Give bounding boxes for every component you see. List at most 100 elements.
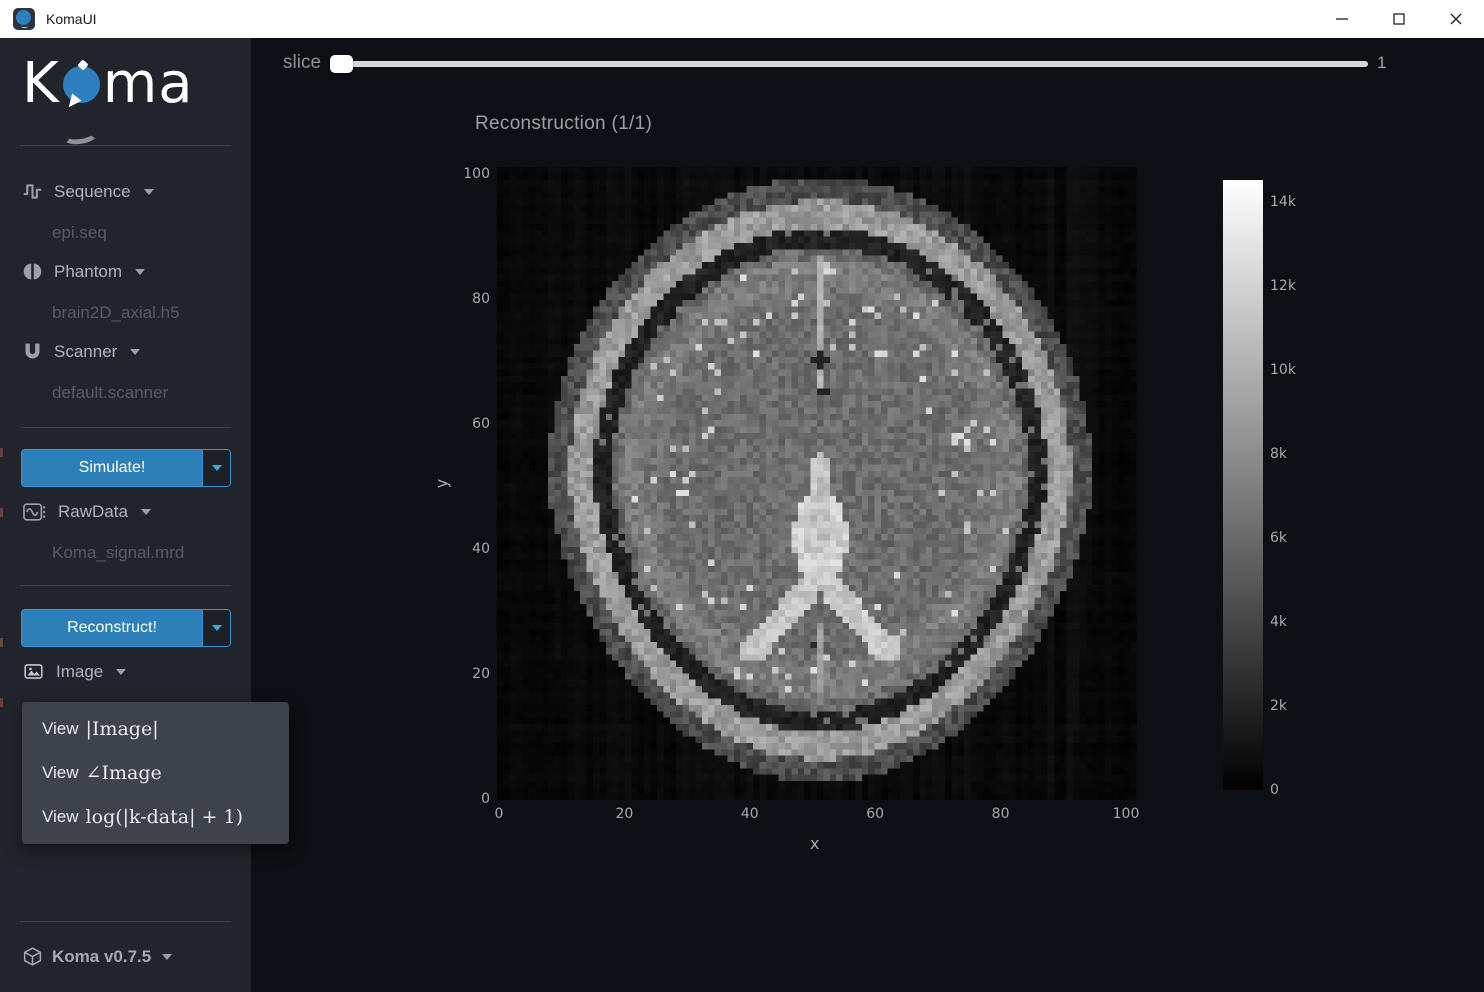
slice-slider-thumb[interactable] xyxy=(330,55,353,73)
sequence-file: epi.seq xyxy=(52,223,107,243)
scanner-dropdown[interactable]: Scanner xyxy=(22,341,140,362)
logo-text-ma: ma xyxy=(103,51,194,116)
phantom-brain-icon xyxy=(22,261,43,282)
y-tick-label: 60 xyxy=(440,415,490,433)
menu-item-math: log(|k-data| + 1) xyxy=(86,806,243,828)
chevron-down-icon xyxy=(144,189,154,195)
x-axis-label: x xyxy=(810,834,819,853)
scanner-magnet-icon xyxy=(22,341,43,362)
colorbar-tick-label: 8k xyxy=(1270,445,1287,463)
minimize-icon xyxy=(1336,13,1348,25)
colorbar-tick-label: 10k xyxy=(1270,361,1296,379)
maximize-button[interactable] xyxy=(1370,0,1427,38)
x-tick-label: 80 xyxy=(981,805,1021,823)
sequence-label: Sequence xyxy=(54,182,131,202)
app-icon-stand xyxy=(21,25,28,28)
menu-item-view-angle-image[interactable]: View ∠Image xyxy=(22,751,289,795)
koma-logo: Kma xyxy=(22,56,194,112)
reconstruction-image[interactable] xyxy=(497,167,1137,800)
slice-slider-value: 1 xyxy=(1377,53,1386,73)
reconstruct-button[interactable]: Reconstruct! xyxy=(22,610,202,646)
simulate-options-button[interactable] xyxy=(202,450,230,486)
chevron-down-icon xyxy=(212,465,222,471)
colorbar-tick-label: 4k xyxy=(1270,613,1287,631)
package-icon xyxy=(22,946,43,967)
sequence-dropdown[interactable]: Sequence xyxy=(22,181,154,202)
plot-title: Reconstruction (1/1) xyxy=(475,113,652,135)
logo-text-k: K xyxy=(22,51,60,116)
app-icon xyxy=(13,8,35,30)
colorbar-tick-label: 6k xyxy=(1270,529,1287,547)
y-tick-label: 20 xyxy=(440,665,490,683)
y-tick-label: 100 xyxy=(440,165,490,183)
divider xyxy=(20,921,231,922)
sequence-icon xyxy=(22,181,43,202)
menu-item-view-log-kdata[interactable]: View log(|k-data| + 1) xyxy=(22,795,289,839)
x-tick-label: 100 xyxy=(1106,805,1146,823)
colorbar-tick-label: 12k xyxy=(1270,277,1296,295)
menu-item-math: ∠Image xyxy=(86,762,162,784)
simulate-button[interactable]: Simulate! xyxy=(22,450,202,486)
reconstruct-options-button[interactable] xyxy=(202,610,230,646)
image-label: Image xyxy=(56,662,103,682)
scanner-file: default.scanner xyxy=(52,383,168,403)
menu-item-prefix: View xyxy=(42,807,79,827)
rawdata-dropdown[interactable]: RawData xyxy=(22,501,151,523)
scanner-label: Scanner xyxy=(54,342,117,362)
maximize-icon xyxy=(1393,13,1405,25)
overview-ruler-mark xyxy=(0,508,3,517)
phantom-dropdown[interactable]: Phantom xyxy=(22,261,145,282)
chevron-down-icon xyxy=(130,349,140,355)
logo-globe-stand xyxy=(61,124,99,147)
version-label: Koma v0.7.5 xyxy=(52,947,151,967)
y-tick-label: 0 xyxy=(440,790,490,808)
reconstruct-split-button: Reconstruct! xyxy=(21,609,231,647)
divider xyxy=(20,585,231,586)
window-title: KomaUI xyxy=(46,11,97,27)
colorbar-tick-label: 0 xyxy=(1270,781,1279,799)
overview-ruler-mark xyxy=(0,698,3,707)
colorbar xyxy=(1223,180,1263,790)
chevron-down-icon xyxy=(135,269,145,275)
image-menu: View |Image| View ∠Image View log(|k-dat… xyxy=(22,702,289,844)
close-icon xyxy=(1450,13,1462,25)
colorbar-tick-label: 14k xyxy=(1270,193,1296,211)
x-tick-label: 40 xyxy=(730,805,770,823)
colorbar-tick-label: 2k xyxy=(1270,697,1287,715)
overview-ruler-mark xyxy=(0,638,3,647)
titlebar: KomaUI xyxy=(0,0,1484,38)
simulate-split-button: Simulate! xyxy=(21,449,231,487)
rawdata-signal-icon xyxy=(22,501,47,523)
logo-globe-icon xyxy=(63,66,100,103)
image-dropdown[interactable]: Image xyxy=(22,661,126,682)
image-icon xyxy=(22,661,45,682)
rawdata-label: RawData xyxy=(58,502,128,522)
sidebar: Kma Sequence epi.seq Phantom brain2D_axi… xyxy=(0,38,251,992)
menu-item-view-abs-image[interactable]: View |Image| xyxy=(22,707,289,751)
menu-item-math: |Image| xyxy=(86,718,159,740)
phantom-label: Phantom xyxy=(54,262,122,282)
slice-slider-track[interactable] xyxy=(330,61,1368,67)
chevron-down-icon xyxy=(141,509,151,515)
close-button[interactable] xyxy=(1427,0,1484,38)
x-tick-label: 60 xyxy=(855,805,895,823)
menu-item-prefix: View xyxy=(42,719,79,739)
y-axis-label: y xyxy=(432,479,451,488)
rawdata-file: Koma_signal.mrd xyxy=(52,543,184,563)
y-tick-label: 40 xyxy=(440,540,490,558)
overview-ruler-mark xyxy=(0,448,3,457)
chevron-down-icon xyxy=(162,954,172,960)
y-tick-label: 80 xyxy=(440,290,490,308)
slice-slider-label: slice xyxy=(283,52,321,74)
minimize-button[interactable] xyxy=(1313,0,1370,38)
chevron-down-icon xyxy=(212,625,222,631)
version-dropdown[interactable]: Koma v0.7.5 xyxy=(22,946,172,967)
x-tick-label: 20 xyxy=(604,805,644,823)
phantom-file: brain2D_axial.h5 xyxy=(52,303,180,323)
window-controls xyxy=(1313,0,1484,38)
divider xyxy=(20,427,231,428)
divider xyxy=(20,145,231,146)
chevron-down-icon xyxy=(116,669,126,675)
menu-item-prefix: View xyxy=(42,763,79,783)
app-icon-globe xyxy=(16,10,31,25)
